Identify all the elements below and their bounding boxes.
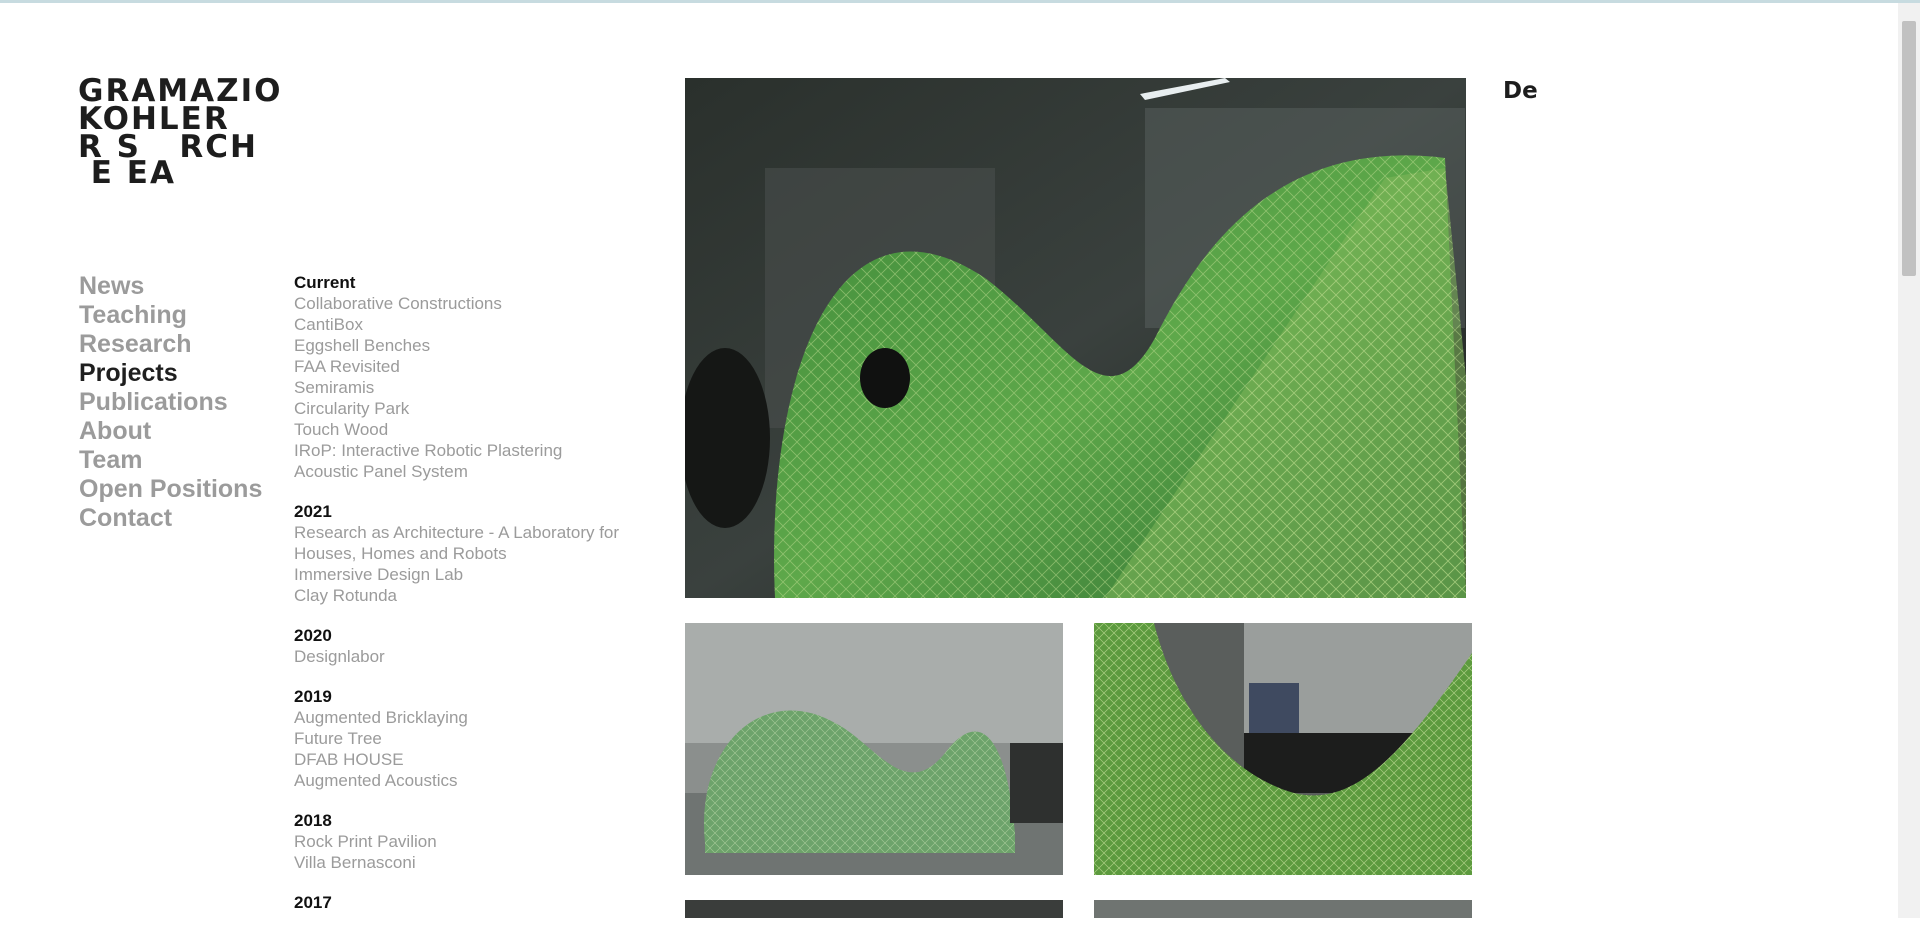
nav-item-teaching[interactable]: Teaching bbox=[79, 301, 262, 330]
project-link[interactable]: Immersive Design Lab bbox=[294, 564, 674, 585]
page: GRAMAZIO KOHLER R S RCH E EA News Teachi… bbox=[0, 0, 1898, 918]
nav-item-team[interactable]: Team bbox=[79, 446, 262, 475]
project-group-heading: 2021 bbox=[294, 502, 332, 521]
project-link[interactable]: Clay Rotunda bbox=[294, 585, 674, 606]
hero-image[interactable] bbox=[685, 78, 1466, 598]
project-group-2019: 2019 Augmented Bricklaying Future Tree D… bbox=[294, 686, 674, 791]
project-group-2020: 2020 Designlabor bbox=[294, 625, 674, 667]
project-link[interactable]: Designlabor bbox=[294, 646, 674, 667]
logo-line-4: E EA bbox=[78, 155, 176, 191]
project-group-heading: 2019 bbox=[294, 687, 332, 706]
project-link[interactable]: Acoustic Panel System bbox=[294, 461, 674, 482]
project-link[interactable]: CantiBox bbox=[294, 314, 674, 335]
vertical-scrollbar[interactable] bbox=[1898, 3, 1920, 918]
project-link[interactable]: Touch Wood bbox=[294, 419, 674, 440]
project-link[interactable]: Research as Architecture - A Laboratory … bbox=[294, 522, 674, 564]
project-link[interactable]: Future Tree bbox=[294, 728, 674, 749]
project-link[interactable]: Semiramis bbox=[294, 377, 674, 398]
nav-item-publications[interactable]: Publications bbox=[79, 388, 262, 417]
project-link[interactable]: Augmented Bricklaying bbox=[294, 707, 674, 728]
nav-item-projects[interactable]: Projects bbox=[79, 359, 262, 388]
project-link[interactable]: Rock Print Pavilion bbox=[294, 831, 674, 852]
nav-item-news[interactable]: News bbox=[79, 272, 262, 301]
project-detail-heading: De bbox=[1503, 78, 1538, 104]
scrollbar-thumb[interactable] bbox=[1902, 21, 1916, 276]
project-group-heading: 2020 bbox=[294, 626, 332, 645]
project-link[interactable]: FAA Revisited bbox=[294, 356, 674, 377]
project-link[interactable]: Circularity Park bbox=[294, 398, 674, 419]
nav-item-contact[interactable]: Contact bbox=[79, 504, 262, 533]
project-group-heading: 2017 bbox=[294, 893, 332, 912]
project-link[interactable]: Collaborative Constructions bbox=[294, 293, 674, 314]
project-group-2018: 2018 Rock Print Pavilion Villa Bernascon… bbox=[294, 810, 674, 873]
project-link[interactable]: Eggshell Benches bbox=[294, 335, 674, 356]
project-group-2021: 2021 Research as Architecture - A Labora… bbox=[294, 501, 674, 606]
project-group-heading: 2018 bbox=[294, 811, 332, 830]
project-link[interactable]: IRoP: Interactive Robotic Plastering bbox=[294, 440, 674, 461]
gallery-thumbnail[interactable] bbox=[685, 900, 1063, 918]
project-group-heading: Current bbox=[294, 273, 356, 292]
gallery-thumbnail[interactable] bbox=[1094, 623, 1472, 875]
project-list: Current Collaborative Constructions Cant… bbox=[294, 272, 674, 932]
gallery-thumbnail[interactable] bbox=[685, 623, 1063, 875]
gallery-thumbnail[interactable] bbox=[1094, 900, 1472, 918]
main-nav: News Teaching Research Projects Publicat… bbox=[79, 272, 262, 533]
project-group-2017: 2017 bbox=[294, 892, 674, 913]
nav-item-about[interactable]: About bbox=[79, 417, 262, 446]
nav-item-open-positions[interactable]: Open Positions bbox=[79, 475, 262, 504]
project-group-current: Current Collaborative Constructions Cant… bbox=[294, 272, 674, 482]
nav-item-research[interactable]: Research bbox=[79, 330, 262, 359]
project-link[interactable]: Villa Bernasconi bbox=[294, 852, 674, 873]
logo[interactable]: GRAMAZIO KOHLER R S RCH E EA bbox=[78, 76, 281, 191]
project-link[interactable]: Augmented Acoustics bbox=[294, 770, 674, 791]
project-link[interactable]: DFAB HOUSE bbox=[294, 749, 674, 770]
